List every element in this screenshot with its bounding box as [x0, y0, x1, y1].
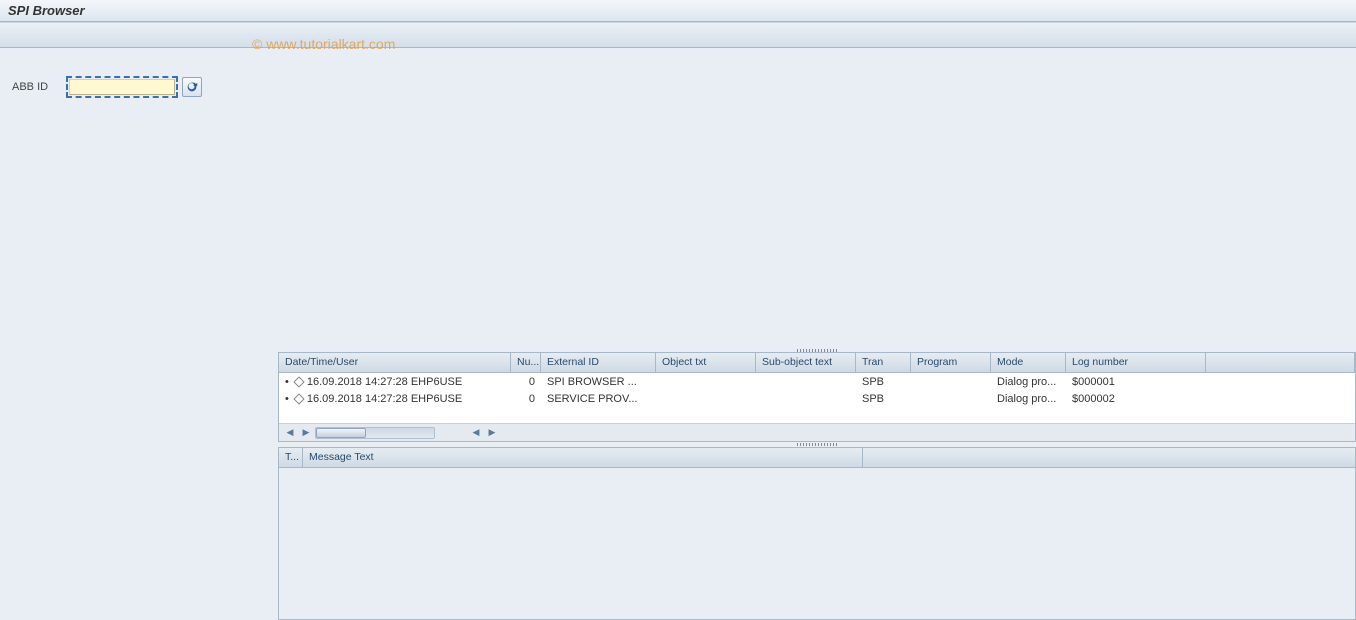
cell-tran: SPB — [856, 375, 911, 389]
abb-id-input[interactable] — [69, 79, 175, 95]
col-header-log-number[interactable]: Log number — [1066, 353, 1206, 372]
detail-area-empty — [278, 48, 1356, 348]
cell-datetime-text: 16.09.2018 14:27:28 EHP6USE — [307, 376, 462, 388]
scroll-left-icon-2[interactable]: ◀ — [469, 426, 483, 440]
content-area: ABB ID Date/Time/User Nu... External ID … — [0, 48, 1356, 620]
cell-program — [911, 381, 991, 383]
col-header-sub-object[interactable]: Sub-object text — [756, 353, 856, 372]
col-header-num[interactable]: Nu... — [511, 353, 541, 372]
application-toolbar — [0, 22, 1356, 48]
left-panel: ABB ID — [0, 48, 278, 620]
col-header-external-id[interactable]: External ID — [541, 353, 656, 372]
col-header-rest — [1206, 353, 1355, 372]
cell-datetime: • 16.09.2018 14:27:28 EHP6USE — [279, 375, 511, 389]
message-grid: T... Message Text — [278, 447, 1356, 620]
cell-external-id: SERVICE PROV... — [541, 392, 656, 406]
cell-datetime-text: 16.09.2018 14:27:28 EHP6USE — [307, 393, 462, 405]
cell-object — [656, 381, 756, 383]
scroll-left-icon[interactable]: ◀ — [283, 426, 297, 440]
message-grid-header: T... Message Text — [279, 448, 1355, 468]
col-header-tran[interactable]: Tran — [856, 353, 911, 372]
col-header-mode[interactable]: Mode — [991, 353, 1066, 372]
cell-datetime: • 16.09.2018 14:27:28 EHP6USE — [279, 392, 511, 406]
scroll-thumb[interactable] — [316, 428, 366, 438]
cell-num: 0 — [511, 375, 541, 389]
scroll-right-icon-2[interactable]: ▶ — [485, 426, 499, 440]
refresh-button[interactable] — [182, 77, 202, 97]
abb-id-row: ABB ID — [12, 76, 278, 98]
log-grid-scrollbar: ◀ ▶ ◀ ▶ — [279, 423, 1355, 441]
diamond-icon — [293, 376, 304, 387]
window-title: SPI Browser — [8, 3, 85, 18]
col-header-type[interactable]: T... — [279, 448, 303, 467]
message-grid-body — [279, 468, 1355, 619]
col-header-program[interactable]: Program — [911, 353, 991, 372]
log-grid-header: Date/Time/User Nu... External ID Object … — [279, 353, 1355, 373]
cell-log-number: $000002 — [1066, 392, 1206, 406]
bullet-icon: • — [285, 393, 289, 405]
col-header-datetime[interactable]: Date/Time/User — [279, 353, 511, 372]
cell-tran: SPB — [856, 392, 911, 406]
splitter-grip-icon — [797, 443, 837, 446]
cell-log-number: $000001 — [1066, 375, 1206, 389]
scroll-right-icon[interactable]: ▶ — [299, 426, 313, 440]
title-bar: SPI Browser — [0, 0, 1356, 22]
abb-id-focus-frame — [66, 76, 178, 98]
cell-external-id: SPI BROWSER ... — [541, 375, 656, 389]
col-header-message-text[interactable]: Message Text — [303, 448, 863, 467]
diamond-icon — [293, 393, 304, 404]
cell-sub-object — [756, 398, 856, 400]
cell-mode: Dialog pro... — [991, 392, 1066, 406]
cell-mode: Dialog pro... — [991, 375, 1066, 389]
cell-sub-object — [756, 381, 856, 383]
cell-program — [911, 398, 991, 400]
scroll-track[interactable] — [315, 427, 435, 439]
log-row[interactable]: • 16.09.2018 14:27:28 EHP6USE 0 SERVICE P… — [279, 390, 1355, 407]
log-grid: Date/Time/User Nu... External ID Object … — [278, 352, 1356, 442]
abb-id-label: ABB ID — [12, 81, 62, 93]
log-grid-body: • 16.09.2018 14:27:28 EHP6USE 0 SPI BROWS… — [279, 373, 1355, 423]
right-panel: Date/Time/User Nu... External ID Object … — [278, 48, 1356, 620]
log-row[interactable]: • 16.09.2018 14:27:28 EHP6USE 0 SPI BROWS… — [279, 373, 1355, 390]
cell-num: 0 — [511, 392, 541, 406]
col-header-object-txt[interactable]: Object txt — [656, 353, 756, 372]
refresh-icon — [185, 80, 199, 94]
cell-object — [656, 398, 756, 400]
bullet-icon: • — [285, 376, 289, 388]
